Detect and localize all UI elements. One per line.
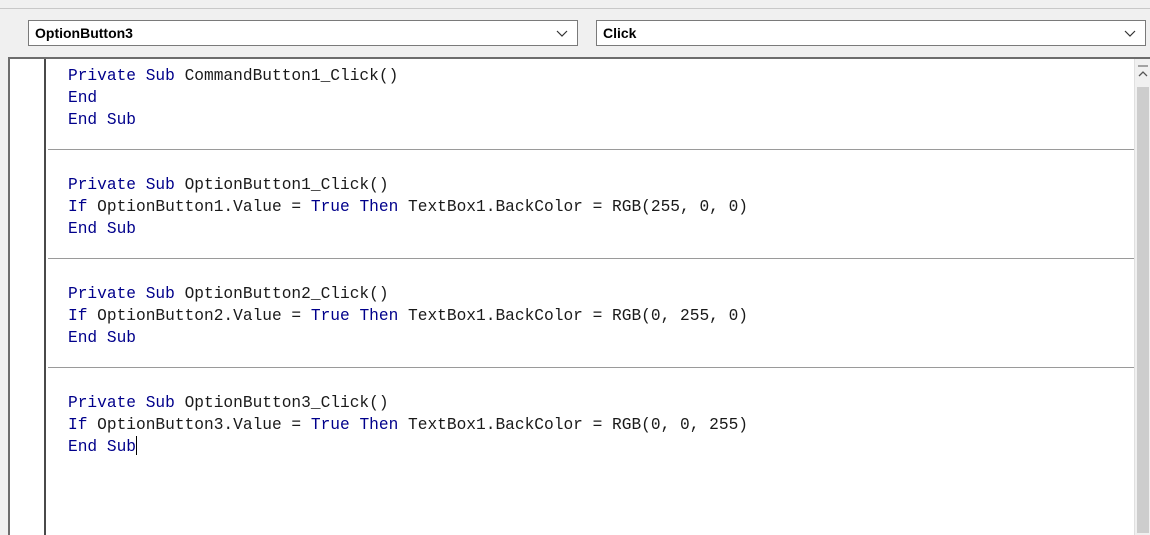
toolbar-divider — [0, 8, 1150, 9]
margin-indicator-bar[interactable] — [10, 59, 46, 535]
code-text: OptionButton3.Value = — [87, 416, 311, 434]
procedure-separator — [48, 258, 1134, 259]
code-keyword: True Then — [310, 307, 399, 325]
code-area[interactable]: Private Sub CommandButton1_Click() End End… — [48, 59, 1134, 535]
object-combo[interactable]: OptionButton3 — [28, 20, 578, 46]
code-keyword: Private Sub — [68, 285, 175, 303]
text-caret — [136, 436, 137, 455]
code-line[interactable]: End — [68, 87, 97, 109]
code-line[interactable]: Private Sub CommandButton1_Click() — [68, 65, 398, 87]
code-line[interactable]: End Sub — [68, 436, 137, 458]
code-keyword: End Sub — [68, 111, 136, 129]
code-keyword: True Then — [310, 416, 399, 434]
procedure-combo[interactable]: Click — [596, 20, 1146, 46]
code-keyword: If — [68, 307, 88, 325]
code-keyword: True Then — [310, 198, 399, 216]
code-line[interactable]: Private Sub OptionButton1_Click() — [68, 174, 389, 196]
code-keyword: Private Sub — [68, 394, 175, 412]
code-text: TextBox1.BackColor = RGB(255, 0, 0) — [398, 198, 749, 216]
procedure-separator — [48, 367, 1134, 368]
code-keyword: If — [68, 416, 88, 434]
code-line[interactable]: Private Sub OptionButton2_Click() — [68, 283, 389, 305]
code-line[interactable]: If OptionButton2.Value = True Then TextB… — [68, 305, 748, 327]
code-line[interactable]: End Sub — [68, 327, 136, 349]
chevron-down-icon[interactable] — [555, 28, 569, 40]
code-text: OptionButton1.Value = — [87, 198, 311, 216]
code-editor[interactable]: Private Sub CommandButton1_Click() End End… — [8, 57, 1150, 535]
code-line[interactable]: End Sub — [68, 218, 136, 240]
code-keyword: End Sub — [68, 220, 136, 238]
procedure-separator — [48, 149, 1134, 150]
code-keyword: End — [68, 89, 98, 107]
code-text: OptionButton2_Click() — [174, 285, 389, 303]
code-text: TextBox1.BackColor = RGB(0, 0, 255) — [398, 416, 749, 434]
code-line[interactable]: Private Sub OptionButton3_Click() — [68, 392, 389, 414]
object-combo-value: OptionButton3 — [35, 25, 133, 41]
code-keyword: Private Sub — [68, 67, 175, 85]
vba-code-window: OptionButton3 Click Private Sub CommandB… — [0, 0, 1150, 535]
procedure-combo-value: Click — [603, 25, 637, 41]
code-keyword: End Sub — [68, 438, 136, 456]
code-text: TextBox1.BackColor = RGB(0, 255, 0) — [398, 307, 749, 325]
code-text: CommandButton1_Click() — [174, 67, 399, 85]
code-text: OptionButton3_Click() — [174, 394, 389, 412]
scrollbar-thumb[interactable] — [1137, 87, 1149, 533]
code-text: OptionButton2.Value = — [87, 307, 311, 325]
code-line[interactable]: If OptionButton1.Value = True Then TextB… — [68, 196, 748, 218]
vertical-scrollbar[interactable] — [1134, 59, 1150, 535]
code-keyword: End Sub — [68, 329, 136, 347]
scroll-up-arrow-icon[interactable] — [1135, 63, 1150, 85]
code-keyword: If — [68, 198, 88, 216]
code-line[interactable]: If OptionButton3.Value = True Then TextB… — [68, 414, 748, 436]
chevron-down-icon[interactable] — [1123, 28, 1137, 40]
code-keyword: Private Sub — [68, 176, 175, 194]
code-line[interactable]: End Sub — [68, 109, 136, 131]
code-text: OptionButton1_Click() — [174, 176, 389, 194]
